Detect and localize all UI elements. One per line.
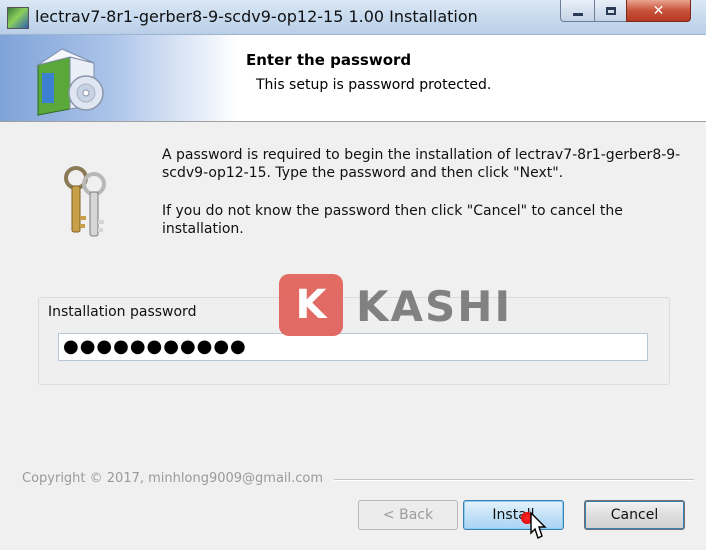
close-icon: ✕ <box>652 2 665 19</box>
minimize-button[interactable] <box>560 0 596 22</box>
password-label: Installation password <box>48 304 197 320</box>
instruction-message: A password is required to begin the inst… <box>162 146 682 246</box>
footer-divider <box>334 479 694 481</box>
maximize-icon <box>606 6 616 15</box>
window-title: lectrav7-8r1-gerber8-9-scdv9-op12-15 1.0… <box>35 7 478 26</box>
watermark-badge: K <box>279 274 343 336</box>
maximize-button[interactable] <box>594 0 628 22</box>
back-button[interactable]: < Back <box>358 500 458 530</box>
header-banner: Enter the password This setup is passwor… <box>0 35 706 122</box>
keys-icon <box>64 166 106 237</box>
close-button[interactable]: ✕ <box>626 0 691 22</box>
title-bar[interactable]: lectrav7-8r1-gerber8-9-scdv9-op12-15 1.0… <box>0 0 706 35</box>
mouse-cursor-icon <box>530 511 547 539</box>
header-title: Enter the password <box>246 51 412 69</box>
instruction-paragraph-1: A password is required to begin the inst… <box>162 147 681 181</box>
copyright-text: Copyright © 2017, minhlong9009@gmail.com <box>22 471 324 486</box>
minimize-icon <box>573 13 583 16</box>
software-box-icon <box>37 48 104 116</box>
header-subtitle: This setup is password protected. <box>256 77 492 93</box>
password-input[interactable]: ●●●●●●●●●●● <box>58 333 648 361</box>
cancel-button[interactable]: Cancel <box>584 500 685 530</box>
instruction-paragraph-2: If you do not know the password then cli… <box>162 203 623 237</box>
watermark-text: KASHI <box>356 282 513 331</box>
installer-app-icon <box>7 7 29 29</box>
install-button[interactable]: Install <box>463 500 564 530</box>
